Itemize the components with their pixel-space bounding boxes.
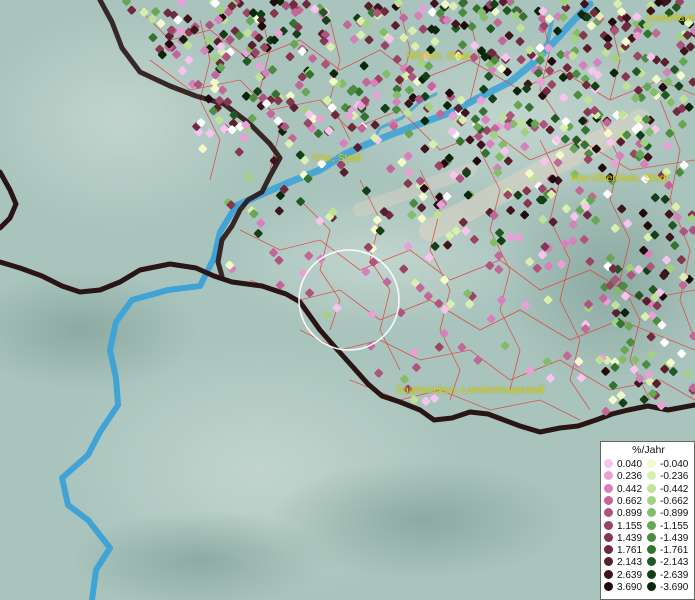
legend-item-negative: -1.439: [647, 532, 689, 545]
legend-item-positive: 1.155: [604, 520, 643, 533]
legend-item-negative: -1.155: [647, 520, 689, 533]
place-label-wittlich: Wittlich, Stadt: [407, 50, 472, 62]
legend-value: -1.439: [660, 532, 689, 544]
legend-swatch: [647, 495, 656, 505]
legend-swatch: [647, 569, 656, 579]
legend-swatch: [647, 582, 656, 591]
legend-item-negative: -0.236: [647, 471, 688, 483]
legend-swatch: [647, 557, 656, 567]
legend-value: 0.899: [617, 508, 643, 520]
legend-value: -0.899: [660, 508, 689, 520]
legend-value: 3.690: [617, 582, 643, 593]
legend-value: -0.442: [660, 483, 689, 495]
legend-value: -0.662: [660, 495, 689, 507]
legend-item-negative: -1.761: [647, 545, 688, 557]
place-label-saarbruecken: Saarbrücken, Landeshauptstadt: [396, 384, 545, 396]
legend-swatch: [647, 532, 656, 542]
legend-item-positive: 2.143: [604, 557, 642, 569]
legend-value: -2.639: [660, 569, 689, 581]
legend-swatch: [604, 520, 613, 530]
legend-swatch: [604, 532, 613, 542]
legend-item-negative: -2.143: [647, 557, 688, 569]
legend-item-positive: 1.761: [604, 545, 642, 557]
legend-item-negative: -2.639: [647, 569, 689, 582]
legend-swatch: [604, 471, 613, 481]
legend-value: 0.442: [617, 483, 643, 495]
legend-swatch: [647, 520, 656, 530]
legend: %/Jahr 0.040 -0.040 0.236 -0.236 0.442 -0.442…: [600, 441, 695, 600]
legend-item-negative: -0.040: [647, 459, 688, 471]
legend-swatch: [604, 508, 613, 518]
legend-value: 1.761: [617, 545, 643, 557]
legend-item-negative: -0.442: [647, 483, 689, 496]
place-label-idar-oberstein: Idar-Oberstein, Stadt: [571, 172, 669, 184]
legend-item-positive: 0.662: [604, 495, 643, 508]
legend-swatch: [604, 483, 613, 493]
legend-swatch: [604, 582, 613, 591]
legend-value: -0.236: [660, 471, 689, 483]
legend-swatch: [604, 459, 613, 468]
legend-value: -0.040: [660, 459, 689, 470]
legend-value: 0.040: [617, 459, 643, 470]
map-canvas[interactable]: [0, 0, 695, 600]
place-label-trier: Trier, Stadt: [311, 152, 362, 164]
legend-item-negative: -0.899: [647, 508, 688, 520]
legend-value: -3.690: [660, 582, 689, 593]
legend-value: 2.639: [617, 569, 643, 581]
legend-value: 0.236: [617, 471, 643, 483]
legend-value: 0.662: [617, 495, 643, 507]
legend-swatch: [647, 508, 656, 518]
place-label-kastellaun: Kastellaun: [647, 12, 695, 24]
legend-swatch: [604, 545, 613, 555]
legend-swatch: [647, 459, 656, 468]
legend-item-positive: 0.040: [604, 459, 642, 471]
legend-swatch: [647, 483, 656, 493]
legend-value: -1.761: [660, 545, 689, 557]
legend-item-positive: 0.442: [604, 483, 643, 496]
legend-item-positive: 3.690: [604, 582, 642, 594]
legend-item-positive: 2.639: [604, 569, 643, 582]
legend-value: 2.143: [617, 557, 643, 569]
legend-value: 1.155: [617, 520, 643, 532]
legend-swatch: [604, 557, 613, 567]
legend-swatch: [647, 545, 656, 555]
legend-item-positive: 1.439: [604, 532, 643, 545]
legend-item-negative: -3.690: [647, 582, 688, 594]
legend-swatch: [647, 471, 656, 481]
legend-item-positive: 0.236: [604, 471, 642, 483]
legend-item-positive: 0.899: [604, 508, 642, 520]
legend-swatch: [604, 569, 613, 579]
legend-item-negative: -0.662: [647, 495, 689, 508]
legend-title: %/Jahr: [632, 444, 665, 456]
legend-value: -1.155: [660, 520, 689, 532]
legend-swatch: [604, 495, 613, 505]
legend-value: -2.143: [660, 557, 689, 569]
legend-value: 1.439: [617, 532, 643, 544]
